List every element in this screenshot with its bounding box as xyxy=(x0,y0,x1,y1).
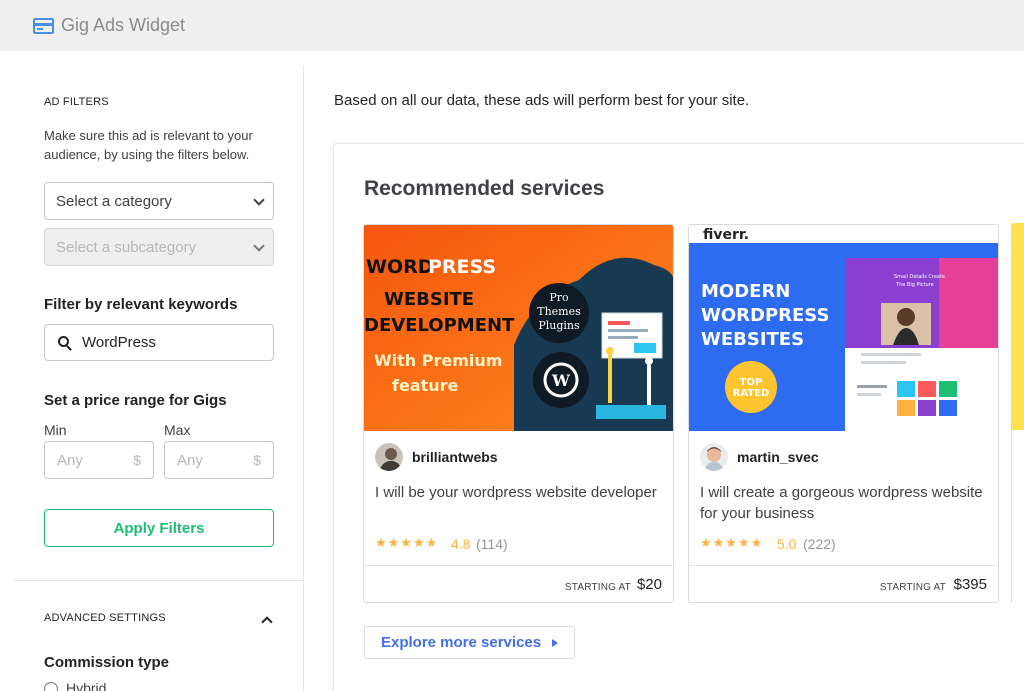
bubble-text: Pro xyxy=(549,291,569,304)
avatar[interactable] xyxy=(375,443,403,471)
gig-card-partial[interactable] xyxy=(1011,223,1024,603)
svg-text:W: W xyxy=(551,371,571,390)
sidebar-divider xyxy=(14,580,303,581)
filters-sidebar: AD FILTERS Make sure this ad is relevant… xyxy=(0,66,304,691)
chevron-down-icon xyxy=(253,194,265,206)
gig-title[interactable]: I will create a gorgeous wordpress websi… xyxy=(700,482,990,524)
chevron-down-icon xyxy=(253,240,265,252)
app-title: Gig Ads Widget xyxy=(61,15,186,35)
thumb-text: WORDPRESS xyxy=(701,305,829,326)
keyword-value: WordPress xyxy=(82,334,156,351)
mock-text: Small Details Create xyxy=(894,274,945,280)
ad-filters-heading: AD FILTERS xyxy=(44,96,109,108)
explore-more-services-button[interactable]: Explore more services xyxy=(364,626,575,659)
card-divider xyxy=(364,565,673,566)
gig-price: $395 xyxy=(953,576,987,593)
thumb-text: WORD xyxy=(366,256,434,278)
subcategory-select-value: Select a subcategory xyxy=(56,238,197,256)
thumb-text: DEVELOPMENT xyxy=(364,315,515,336)
seller-name[interactable]: brilliantwebs xyxy=(412,449,498,465)
dollar-icon: $ xyxy=(133,452,141,468)
gig-title[interactable]: I will be your wordpress website develop… xyxy=(375,482,665,503)
avatar[interactable] xyxy=(700,443,728,471)
keywords-heading: Filter by relevant keywords xyxy=(44,296,238,313)
badge-text: RATED xyxy=(733,388,770,399)
thumb-text: MODERN xyxy=(701,281,790,302)
starting-at-label: STARTING AT xyxy=(879,582,946,593)
gig-card[interactable]: fiverr. MODERN WORDPRESS WEBSITES TOP RA… xyxy=(688,224,999,603)
gig-thumbnail[interactable]: Pro Themes Plugins W WORD PRESS WEBSITE xyxy=(364,225,673,431)
gig-price: $20 xyxy=(636,576,662,593)
star-rating-icon: ★★★★★ xyxy=(700,535,764,550)
category-select-value: Select a category xyxy=(56,192,172,210)
max-price-input[interactable]: Any $ xyxy=(164,441,274,479)
rating-value: 4.8 xyxy=(451,536,471,552)
mock-text: The Big Picture xyxy=(895,282,934,288)
bubble-text: Plugins xyxy=(538,319,580,332)
thumb-text: WEBSITE xyxy=(384,289,474,310)
badge-text: TOP xyxy=(740,377,763,388)
recommended-services-panel: Recommended services Pro Themes Plugins xyxy=(333,143,1024,691)
keyword-search-input[interactable]: WordPress xyxy=(44,324,274,361)
gig-card[interactable]: Pro Themes Plugins W WORD PRESS WEBSITE xyxy=(363,224,674,603)
recommendation-intro: Based on all our data, these ads will pe… xyxy=(334,92,750,109)
max-label: Max xyxy=(164,422,191,438)
hybrid-radio[interactable] xyxy=(44,682,58,691)
ad-filters-description: Make sure this ad is relevant to your au… xyxy=(44,128,253,162)
top-bar: Gig Ads Widget xyxy=(0,0,1024,51)
apply-filters-button[interactable]: Apply Filters xyxy=(44,509,274,547)
credit-card-icon xyxy=(33,17,54,34)
chevron-up-icon[interactable] xyxy=(261,616,273,628)
search-icon xyxy=(58,336,69,347)
thumb-text: With Premium xyxy=(374,351,502,370)
review-count: (222) xyxy=(803,536,836,552)
review-count: (114) xyxy=(476,536,508,552)
subcategory-select[interactable]: Select a subcategory xyxy=(44,228,274,266)
min-label: Min xyxy=(44,422,67,438)
star-rating-icon: ★★★★★ xyxy=(375,535,439,550)
panel-title: Recommended services xyxy=(364,177,605,200)
bubble-text: Themes xyxy=(537,305,581,318)
thumb-text: PRESS xyxy=(428,256,496,278)
price-range-heading: Set a price range for Gigs xyxy=(44,392,227,409)
triangle-right-icon xyxy=(552,638,559,647)
thumb-text: feature xyxy=(392,376,459,395)
min-price-placeholder: Any xyxy=(57,451,83,469)
category-select[interactable]: Select a category xyxy=(44,182,274,220)
rating-value: 5.0 xyxy=(777,536,797,552)
explore-more-label: Explore more services xyxy=(381,634,542,651)
gig-thumbnail[interactable]: fiverr. MODERN WORDPRESS WEBSITES TOP RA… xyxy=(689,225,998,431)
fiverr-logo: fiverr. xyxy=(703,227,749,243)
starting-at-label: STARTING AT xyxy=(564,582,631,593)
max-price-placeholder: Any xyxy=(177,451,203,469)
advanced-settings-heading[interactable]: ADVANCED SETTINGS xyxy=(44,612,166,624)
hybrid-radio-label: Hybrid xyxy=(66,680,107,691)
min-price-input[interactable]: Any $ xyxy=(44,441,154,479)
seller-name[interactable]: martin_svec xyxy=(737,449,819,465)
dollar-icon: $ xyxy=(253,452,261,468)
commission-type-heading: Commission type xyxy=(44,654,170,671)
card-divider xyxy=(689,565,998,566)
thumb-text: WEBSITES xyxy=(701,329,804,350)
